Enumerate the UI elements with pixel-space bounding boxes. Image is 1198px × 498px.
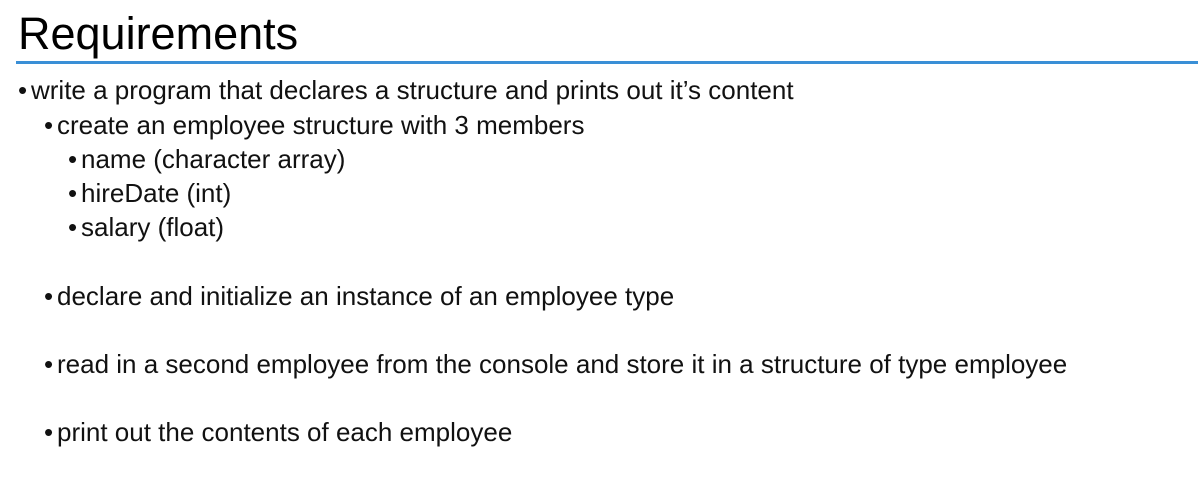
title-underline [16,61,1198,64]
bullet-text: read in a second employee from the conso… [57,349,1068,379]
bullet-item: hireDate (int) [68,177,231,209]
bullet-icon [44,416,57,448]
bullet-text: print out the contents of each employee [57,417,513,447]
bullet-icon [44,109,57,141]
bullet-item: write a program that declares a structur… [18,74,794,106]
bullet-item: read in a second employee from the conso… [44,348,1067,380]
bullet-item: print out the contents of each employee [44,416,512,448]
bullet-icon [68,211,81,243]
bullet-icon [44,348,57,380]
bullet-item: salary (float) [68,211,224,243]
bullet-icon [18,74,31,106]
bullet-item: declare and initialize an instance of an… [44,280,674,312]
bullet-icon [68,143,81,175]
bullet-text: name (character array) [81,144,346,174]
bullet-item: create an employee structure with 3 memb… [44,109,584,141]
bullet-text: create an employee structure with 3 memb… [57,110,585,140]
bullet-text: hireDate (int) [81,178,232,208]
slide: Requirements write a program that declar… [0,0,1198,498]
slide-title: Requirements [18,8,299,59]
bullet-text: salary (float) [81,212,225,242]
bullet-text: write a program that declares a structur… [31,75,794,105]
bullet-item: name (character array) [68,143,345,175]
bullet-icon [44,280,57,312]
bullet-text: declare and initialize an instance of an… [57,281,675,311]
bullet-icon [68,177,81,209]
